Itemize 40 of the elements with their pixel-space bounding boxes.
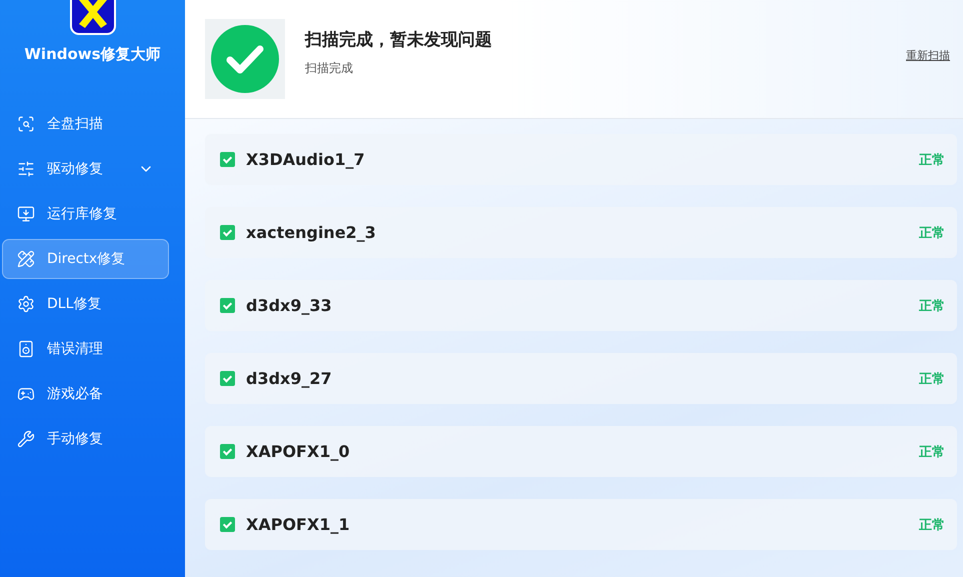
status-text: 正常 xyxy=(919,224,945,242)
sliders-icon xyxy=(17,160,35,178)
nav-item[interactable]: 运行库修复 xyxy=(2,194,169,234)
speaker-icon xyxy=(17,340,35,358)
app-logo xyxy=(68,0,116,36)
gamepad-icon xyxy=(17,385,35,403)
checkbox[interactable] xyxy=(220,152,235,167)
status-text: 正常 xyxy=(919,444,945,460)
item-name: xactengine2_3 xyxy=(246,223,377,242)
checkbox[interactable] xyxy=(220,225,235,240)
check-circle-icon xyxy=(211,25,279,93)
item-name: XAPOFX1_0 xyxy=(246,442,351,461)
settings-icon xyxy=(17,295,35,313)
pencil-ruler-icon xyxy=(17,250,35,268)
status-text: 正常 xyxy=(919,516,945,534)
nav-item[interactable]: 驱动修复 xyxy=(2,149,169,189)
checkbox[interactable] xyxy=(220,444,235,459)
app-title: Windows修复大师 xyxy=(23,45,162,64)
item-name: d3dx9_27 xyxy=(246,369,333,388)
wrench-icon xyxy=(17,430,35,448)
nav-item[interactable]: 手动修复 xyxy=(2,419,169,459)
checkbox[interactable] xyxy=(220,371,235,386)
checkbox[interactable] xyxy=(220,517,235,532)
status-text: 正常 xyxy=(919,298,945,314)
status-text: 正常 xyxy=(919,370,945,388)
nav-item[interactable]: 错误清理 xyxy=(2,329,169,369)
scan-icon xyxy=(17,115,35,133)
item-name: d3dx9_33 xyxy=(246,296,333,315)
rescan-link[interactable]: 重新扫描 xyxy=(906,48,950,62)
result-subtitle: 扫描完成 xyxy=(305,60,354,76)
item-name: X3DAudio1_7 xyxy=(246,150,366,169)
result-title: 扫描完成，暂未发现问题 xyxy=(305,28,493,50)
nav-item[interactable]: 全盘扫描 xyxy=(2,104,169,144)
checkbox[interactable] xyxy=(220,298,235,313)
item-name: XAPOFX1_1 xyxy=(246,515,351,534)
nav-item[interactable]: 游戏必备 xyxy=(2,374,169,414)
status-text: 正常 xyxy=(919,152,945,168)
nav-item[interactable]: DLL修复 xyxy=(2,284,169,324)
nav-item[interactable]: Directx修复 xyxy=(2,239,169,279)
monitor-download-icon xyxy=(17,205,35,223)
